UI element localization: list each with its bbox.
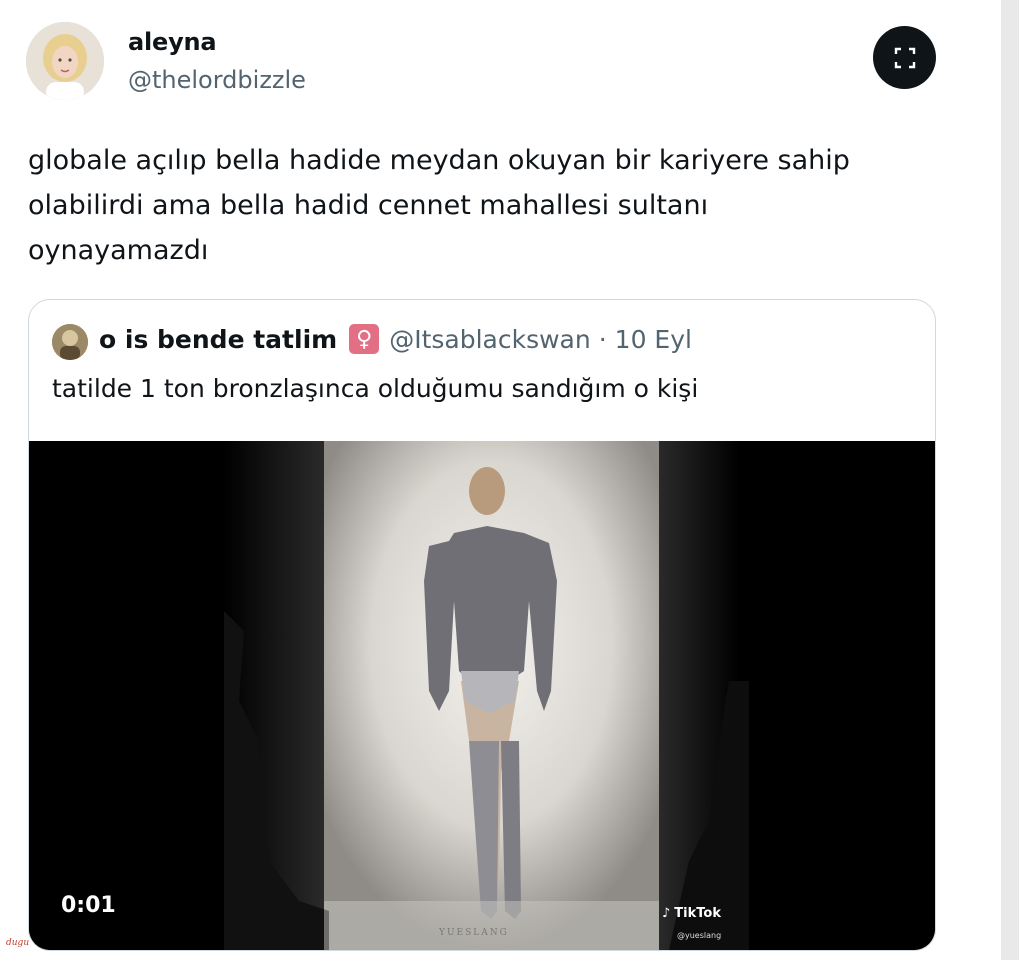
author-name[interactable]: aleyna xyxy=(128,28,217,56)
author-handle[interactable]: @thelordbizzle xyxy=(128,66,306,94)
quoted-tweet-text: tatilde 1 ton bronzlaşınca olduğumu sand… xyxy=(52,374,699,403)
tweet-line: oynayamazdı xyxy=(28,235,209,266)
separator-dot: · xyxy=(598,324,607,354)
tweet-text: globale açılıp bella hadide meydan okuya… xyxy=(28,138,958,273)
author-avatar[interactable] xyxy=(26,22,104,100)
page-edge-strip xyxy=(1001,0,1019,960)
quoted-author-avatar[interactable] xyxy=(52,324,88,360)
tiktok-logo: ♪ TikTok xyxy=(662,906,721,921)
tiktok-handle: @yueslang xyxy=(677,931,722,940)
tiktok-label: TikTok xyxy=(674,906,721,921)
video-player[interactable]: YUESLANG 0:01 ♪ TikTok @yueslang xyxy=(29,441,935,950)
quoted-tweet-card[interactable]: o is bende tatlim ♀ @Itsablackswan · 10 … xyxy=(28,299,936,951)
female-sign-icon: ♀ xyxy=(349,324,380,354)
quoted-author-name[interactable]: o is bende tatlim xyxy=(99,325,337,354)
video-timestamp: 0:01 xyxy=(61,893,116,918)
corner-tag: dugu xyxy=(6,938,30,948)
quoted-author-handle[interactable]: @Itsablackswan xyxy=(389,325,591,354)
expand-button[interactable] xyxy=(873,26,936,89)
tweet-line: olabilirdi ama bella hadid cennet mahall… xyxy=(28,190,709,221)
quoted-tweet-header: o is bende tatlim ♀ @Itsablackswan · 10 … xyxy=(99,324,692,354)
fullscreen-expand-icon xyxy=(894,47,915,68)
video-watermark: YUESLANG xyxy=(439,928,509,938)
quoted-tweet-date[interactable]: 10 Eyl xyxy=(615,325,692,354)
tiktok-icon: ♪ xyxy=(662,906,671,921)
video-frame xyxy=(29,441,935,950)
tweet-line: globale açılıp bella hadide meydan okuya… xyxy=(28,145,850,176)
